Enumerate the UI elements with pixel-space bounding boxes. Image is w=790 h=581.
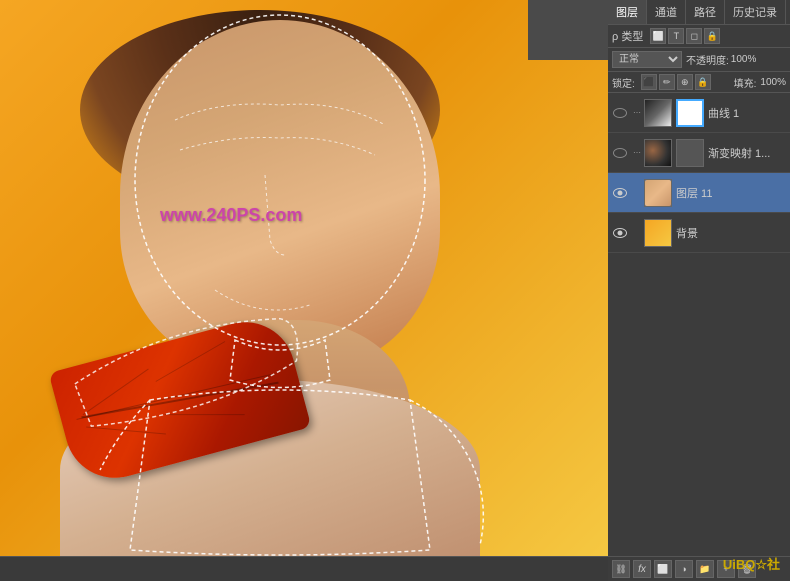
tab-actions[interactable]: 动作 [786,0,790,24]
adjustment-btn[interactable]: ◑ [675,560,693,578]
fill-label: 填充: [734,75,757,90]
filter-smart-icon[interactable]: 🔒 [704,28,720,44]
filter-label: ρ 类型 [612,28,643,44]
lock-paint-btn[interactable]: ✏ [659,74,675,90]
panel-tabs: 图层 通道 路径 历史记录 动作 [608,0,790,25]
tab-layers[interactable]: 图层 [608,0,647,24]
lock-fill-row: 锁定: ⬛ ✏ ⊕ 🔒 填充: 100% [608,72,790,93]
face-area [120,20,440,370]
thumb-gradient1 [644,139,672,167]
visibility-toggle-gradient1[interactable] [612,145,628,161]
layer-name-gradient1: 渐变映射 1... [708,145,786,161]
lock-all-btn[interactable]: 🔒 [695,74,711,90]
chain-gradient1: ⋯ [630,148,644,157]
tab-paths[interactable]: 路径 [686,0,725,24]
thumb-background [644,219,672,247]
canvas-status-bar [0,556,608,581]
lock-label: 锁定: [612,75,635,90]
layer-item-layer11[interactable]: 图层 11 [608,173,790,213]
layer-item-curves1[interactable]: ⋯ 曲线 1 [608,93,790,133]
thumb-layer11 [644,179,672,207]
opacity-value: 100% [731,54,757,65]
layers-list: ⋯ 曲线 1 ⋯ 渐变映射 1... [608,93,790,556]
tab-history[interactable]: 历史记录 [725,0,786,24]
mask-thumb-gradient1 [676,139,704,167]
layer-name-background: 背景 [676,225,786,241]
fill-value: 100% [760,77,786,88]
visibility-toggle-curves1[interactable] [612,105,628,121]
layer-name-layer11: 图层 11 [676,185,786,201]
layer-item-background[interactable]: 背景 [608,213,790,253]
watermark: www.240PS.com [160,205,302,226]
lock-position-btn[interactable]: ⊕ [677,74,693,90]
visibility-toggle-layer11[interactable] [612,185,628,201]
blend-opacity-row: 正常 不透明度: 100% [608,48,790,72]
layers-panel: 图层 通道 路径 历史记录 动作 ρ 类型 ⬜ T ◻ 🔒 正常 不透明度: 1… [608,0,790,581]
uibq-logo: UiBQ☆社 [723,554,780,573]
blend-mode-select[interactable]: 正常 [612,51,682,68]
visibility-toggle-background[interactable] [612,225,628,241]
group-btn[interactable]: 📁 [696,560,714,578]
lock-transparent-btn[interactable]: ⬛ [641,74,657,90]
layer-item-gradient1[interactable]: ⋯ 渐变映射 1... [608,133,790,173]
filter-pixel-icon[interactable]: ⬜ [650,28,666,44]
thumb-curves1 [644,99,672,127]
opacity-label: 不透明度: [686,52,729,67]
chain-curves1: ⋯ [630,108,644,117]
fx-btn[interactable]: fx [633,560,651,578]
link-layers-btn[interactable]: ⛓ [612,560,630,578]
filter-shape-icon[interactable]: ◻ [686,28,702,44]
canvas-area: www.240PS.com [0,0,608,556]
mask-thumb-curves1 [676,99,704,127]
filter-text-icon[interactable]: T [668,28,684,44]
layer-filter-row: ρ 类型 ⬜ T ◻ 🔒 [608,25,790,48]
tab-channels[interactable]: 通道 [647,0,686,24]
mask-btn[interactable]: ⬜ [654,560,672,578]
layer-name-curves1: 曲线 1 [708,105,786,121]
